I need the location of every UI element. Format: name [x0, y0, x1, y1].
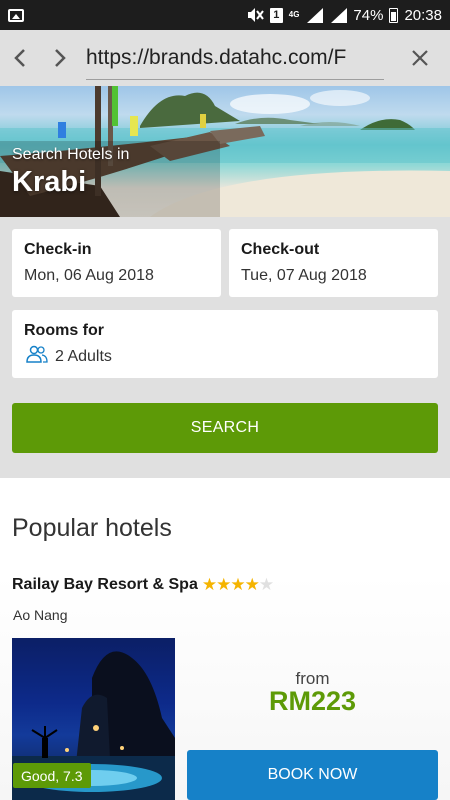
chevron-right-icon — [55, 49, 66, 67]
network-type: 4G — [288, 10, 300, 19]
rooms-field[interactable]: Rooms for 2 Adults — [12, 310, 438, 378]
chevron-left-icon — [14, 49, 25, 67]
status-bar: 1 4G 74% 20:38 — [0, 0, 450, 30]
star-icon: ★ — [201, 575, 217, 594]
rooms-label: Rooms for — [24, 322, 104, 339]
signal-icon — [305, 7, 324, 23]
people-icon — [26, 345, 48, 363]
checkin-label: Check-in — [24, 241, 92, 258]
star-icon: ★ — [230, 575, 245, 594]
mute-icon — [247, 8, 264, 22]
rooms-value: 2 Adults — [55, 348, 112, 365]
url-field[interactable]: https://brands.datahc.com/F — [86, 30, 390, 86]
hero-city: Krabi — [12, 166, 87, 198]
checkout-value: Tue, 07 Aug 2018 — [241, 267, 367, 284]
book-now-button[interactable]: BOOK NOW — [187, 750, 438, 800]
hotel-price: RM223 — [268, 686, 357, 716]
close-button[interactable] — [390, 30, 450, 86]
search-panel: Check-in Mon, 06 Aug 2018 Check-out Tue,… — [0, 217, 450, 478]
star-icon: ★ — [244, 575, 260, 594]
hero-banner: Search Hotels in Krabi — [0, 86, 450, 217]
checkin-field[interactable]: Check-in Mon, 06 Aug 2018 — [12, 229, 221, 297]
search-button[interactable]: SEARCH — [12, 403, 438, 453]
battery-percent: 74% — [353, 6, 384, 24]
checkout-field[interactable]: Check-out Tue, 07 Aug 2018 — [229, 229, 438, 297]
star-empty-icon: ★ — [258, 575, 274, 594]
star-rating: ★★★★★ — [201, 575, 274, 595]
url-underline — [86, 79, 384, 80]
battery-icon — [389, 7, 399, 23]
checkin-value: Mon, 06 Aug 2018 — [24, 267, 154, 284]
gallery-notification-icon — [8, 8, 24, 22]
back-button[interactable] — [0, 30, 40, 86]
popular-hotels-title: Popular hotels — [12, 514, 172, 542]
sim-icon: 1 — [269, 7, 283, 23]
forward-button[interactable] — [40, 30, 80, 86]
hotel-location: Ao Nang — [13, 607, 68, 623]
hotel-name[interactable]: Railay Bay Resort & Spa ★★★★★ — [12, 575, 274, 595]
url-text: https://brands.datahc.com/F — [86, 46, 347, 69]
hero-subtitle: Search Hotels in — [12, 146, 130, 163]
checkout-label: Check-out — [241, 241, 320, 258]
rating-badge: Good, 7.3 — [13, 763, 91, 788]
clock: 20:38 — [404, 6, 442, 24]
signal-icon-2 — [329, 7, 348, 23]
close-icon — [412, 50, 428, 66]
hotel-name-text: Railay Bay Resort & Spa — [12, 576, 198, 593]
star-icon: ★ — [216, 575, 231, 594]
browser-toolbar: https://brands.datahc.com/F — [0, 30, 450, 86]
